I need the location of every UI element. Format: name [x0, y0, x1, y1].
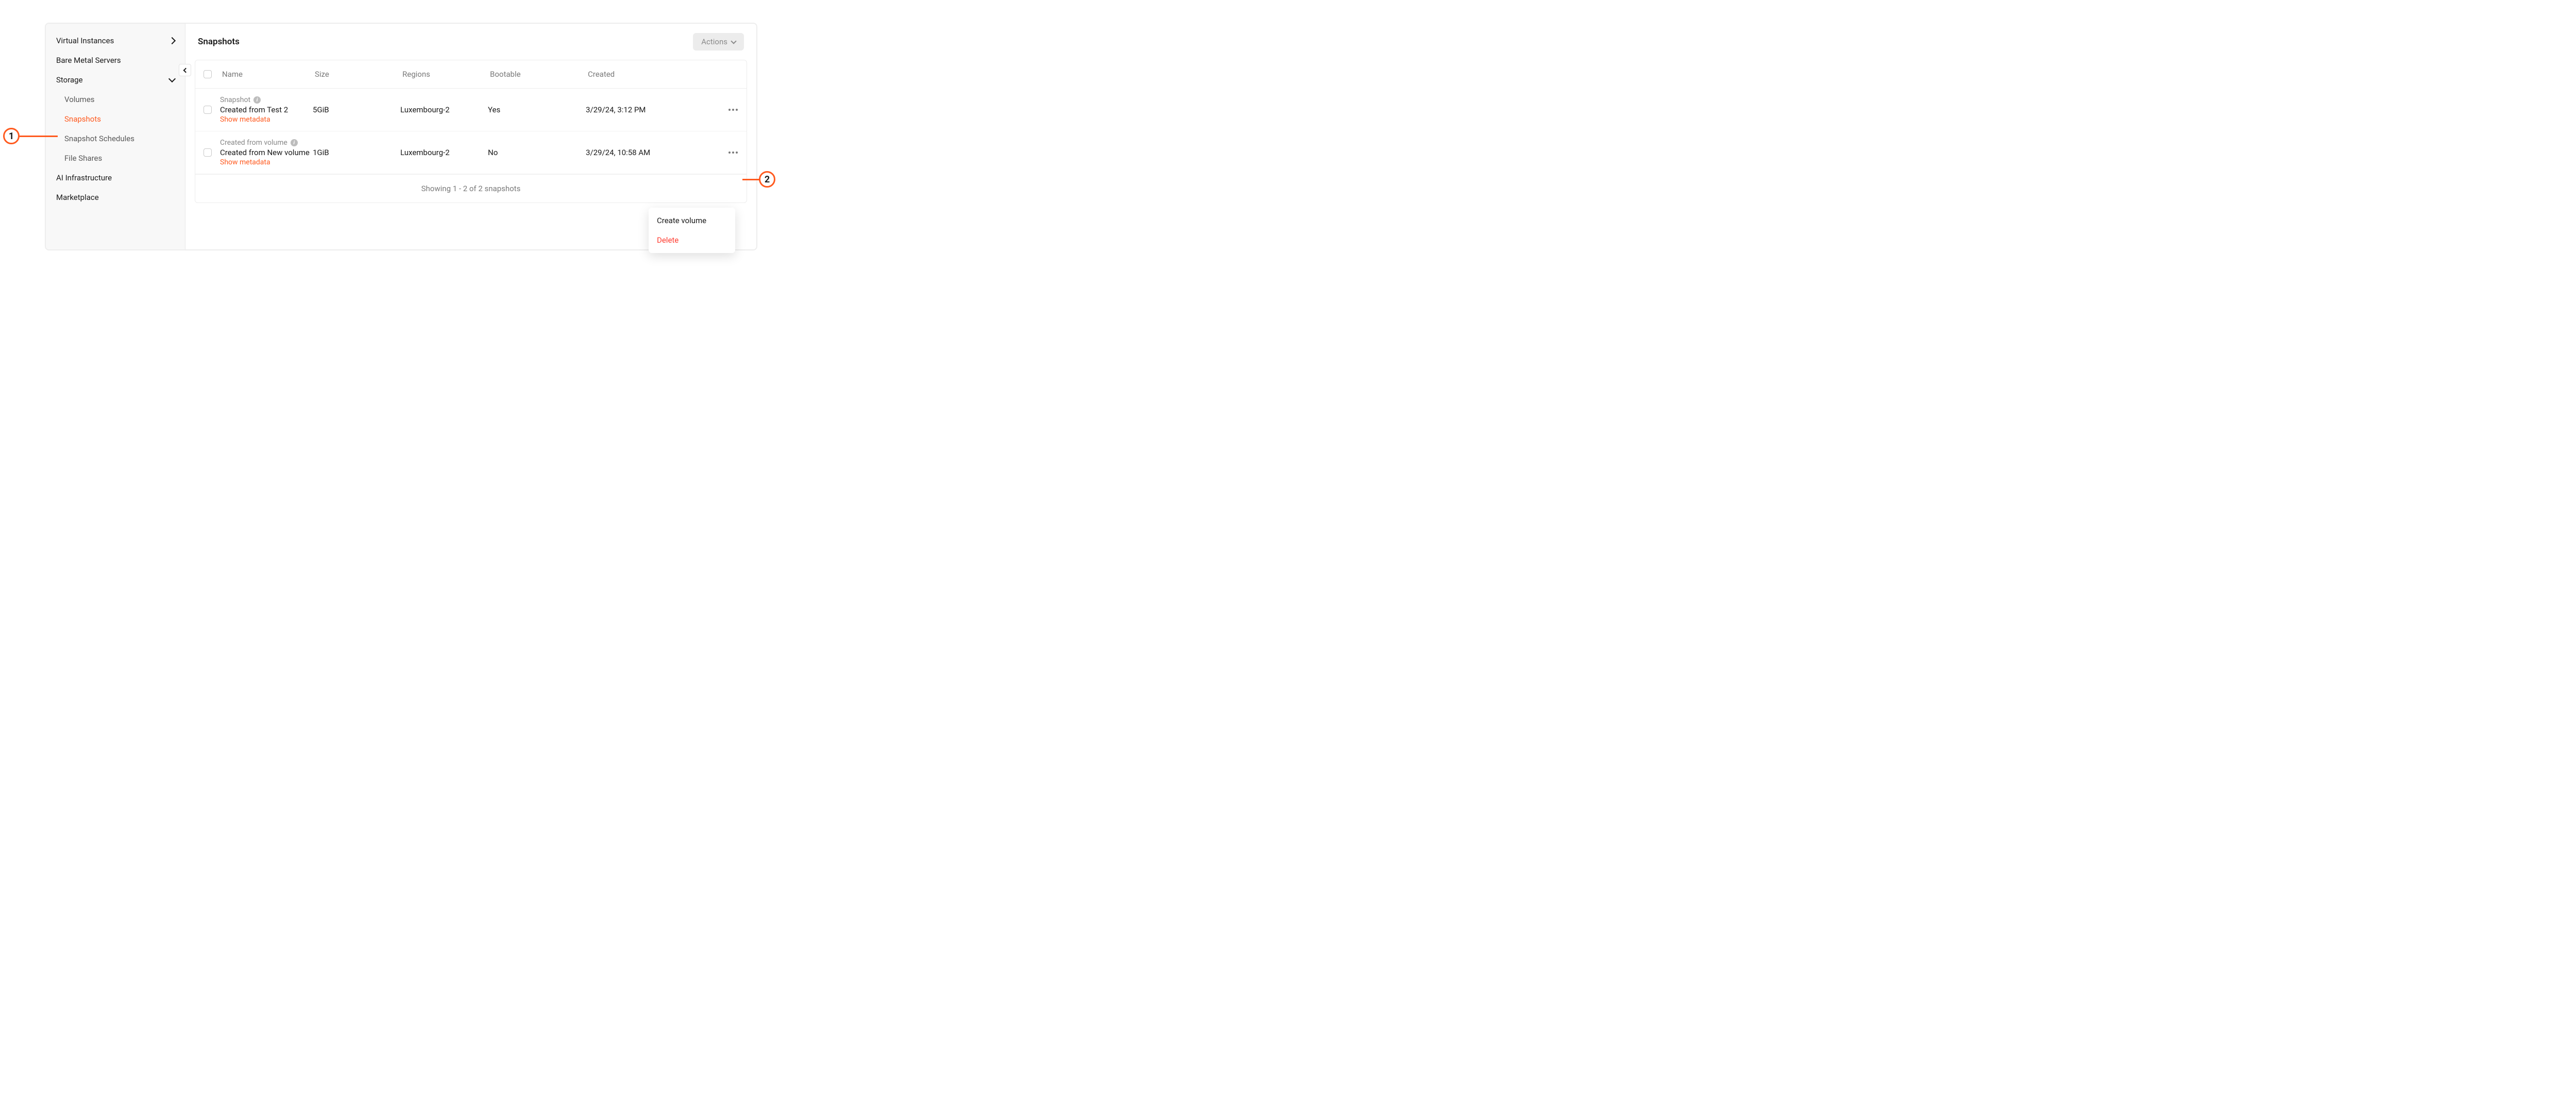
sidebar-item-volumes[interactable]: Volumes	[46, 90, 185, 109]
row-size: 5GiB	[313, 105, 400, 114]
chevron-down-icon	[731, 38, 736, 44]
col-header-regions: Regions	[400, 70, 488, 79]
col-header-bootable: Bootable	[488, 70, 586, 79]
sidebar-item-bare-metal[interactable]: Bare Metal Servers	[46, 50, 185, 70]
row-bootable: No	[488, 148, 586, 157]
sidebar: Virtual Instances Bare Metal Servers Sto…	[46, 24, 185, 249]
sidebar-sub-label: File Shares	[64, 154, 102, 163]
table-row: Snapshot i Created from Test 2 Show meta…	[195, 89, 747, 131]
annotation-marker-2: 2	[759, 171, 775, 188]
dot-icon	[728, 109, 731, 111]
sidebar-item-storage[interactable]: Storage	[46, 70, 185, 90]
sidebar-item-ai-infrastructure[interactable]: AI Infrastructure	[46, 168, 185, 188]
sidebar-item-snapshot-schedules[interactable]: Snapshot Schedules	[46, 129, 185, 148]
annotation-line-2	[742, 179, 760, 180]
info-icon[interactable]: i	[253, 96, 261, 104]
info-icon[interactable]: i	[291, 139, 298, 146]
col-header-size: Size	[313, 70, 400, 79]
row-created: 3/29/24, 3:12 PM	[586, 105, 720, 114]
select-all-checkbox[interactable]	[204, 70, 212, 78]
row-actions-kebab[interactable]	[725, 106, 741, 114]
row-checkbox[interactable]	[204, 106, 212, 114]
sidebar-label: Bare Metal Servers	[56, 56, 121, 65]
col-header-name: Name	[220, 70, 313, 79]
dot-icon	[728, 152, 731, 154]
dot-icon	[732, 152, 734, 154]
snapshots-table: Name Size Regions Bootable Created Snaps…	[195, 60, 747, 203]
annotation-marker-1: 1	[3, 128, 20, 144]
collapse-sidebar-button[interactable]	[179, 64, 191, 76]
col-header-created: Created	[586, 70, 720, 79]
menu-item-delete[interactable]: Delete	[649, 230, 735, 250]
sidebar-sub-label: Snapshot Schedules	[64, 134, 134, 143]
row-type-label: Snapshot	[220, 96, 250, 104]
sidebar-label: Marketplace	[56, 193, 99, 202]
sidebar-item-file-shares[interactable]: File Shares	[46, 148, 185, 168]
chevron-left-icon	[183, 68, 189, 73]
page-title: Snapshots	[198, 37, 240, 47]
row-actions-kebab[interactable]	[725, 148, 741, 157]
row-checkbox[interactable]	[204, 148, 212, 157]
chevron-down-icon	[168, 75, 176, 82]
dot-icon	[736, 152, 738, 154]
row-region: Luxembourg-2	[400, 148, 488, 157]
table-footer: Showing 1 - 2 of 2 snapshots	[195, 174, 747, 203]
sidebar-item-snapshots[interactable]: Snapshots	[46, 109, 185, 129]
actions-label: Actions	[701, 37, 727, 46]
row-created: 3/29/24, 10:58 AM	[586, 148, 720, 157]
menu-item-create-volume[interactable]: Create volume	[649, 211, 735, 230]
row-type-label: Created from volume	[220, 139, 287, 147]
row-actions-menu: Create volume Delete	[649, 208, 735, 253]
annotation-line-1	[20, 136, 58, 137]
sidebar-label: AI Infrastructure	[56, 173, 112, 182]
main-header: Snapshots Actions	[185, 24, 756, 57]
table-header-row: Name Size Regions Bootable Created	[195, 60, 747, 89]
row-size: 1GiB	[313, 148, 400, 157]
dot-icon	[732, 109, 734, 111]
row-bootable: Yes	[488, 105, 586, 114]
sidebar-sub-label: Volumes	[64, 95, 95, 104]
sidebar-item-marketplace[interactable]: Marketplace	[46, 188, 185, 207]
chevron-right-icon	[168, 37, 176, 44]
show-metadata-link[interactable]: Show metadata	[220, 158, 313, 166]
sidebar-label: Storage	[56, 75, 83, 85]
sidebar-item-virtual-instances[interactable]: Virtual Instances	[46, 31, 185, 50]
table-row: Created from volume i Created from New v…	[195, 131, 747, 174]
sidebar-label: Virtual Instances	[56, 36, 114, 45]
main-content: Snapshots Actions Name Size Regions Boot…	[185, 24, 756, 249]
row-name: Created from Test 2	[220, 105, 313, 114]
sidebar-sub-label: Snapshots	[64, 114, 101, 124]
app-panel: Virtual Instances Bare Metal Servers Sto…	[45, 23, 757, 250]
actions-dropdown-button[interactable]: Actions	[693, 33, 744, 50]
row-name: Created from New volume	[220, 148, 313, 157]
show-metadata-link[interactable]: Show metadata	[220, 115, 313, 124]
row-region: Luxembourg-2	[400, 105, 488, 114]
dot-icon	[736, 109, 738, 111]
